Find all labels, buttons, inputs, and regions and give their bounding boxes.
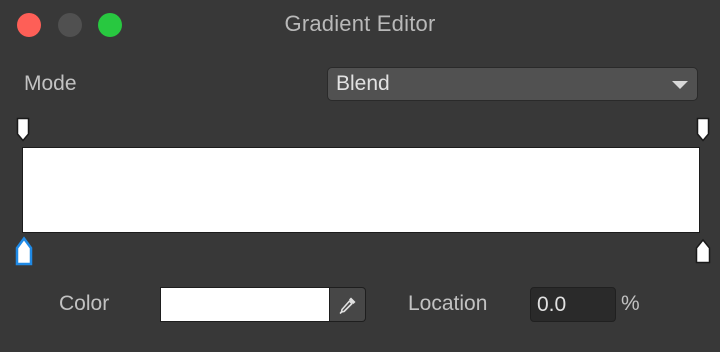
color-stop-end[interactable] (695, 238, 711, 264)
mode-label: Mode (24, 72, 77, 95)
mode-selected-value: Blend (336, 72, 390, 95)
location-field[interactable] (530, 287, 616, 322)
chevron-down-icon (672, 81, 688, 89)
color-well[interactable] (160, 287, 330, 322)
color-label: Color (59, 292, 110, 315)
mode-dropdown[interactable]: Blend (327, 67, 698, 101)
gradient-editor-window: Gradient Editor Mode Blend Color Locatio… (0, 0, 720, 352)
alpha-stop-start[interactable] (16, 117, 30, 143)
location-label: Location (408, 292, 488, 315)
gradient-preview[interactable] (22, 147, 700, 233)
eyedropper-icon (339, 297, 356, 314)
window-title: Gradient Editor (284, 11, 436, 36)
location-unit: % (621, 292, 640, 315)
color-stop-start-selected[interactable] (15, 236, 33, 266)
title-bar[interactable]: Gradient Editor (0, 0, 720, 48)
eyedropper-button[interactable] (330, 287, 366, 322)
alpha-stop-end[interactable] (696, 117, 710, 143)
